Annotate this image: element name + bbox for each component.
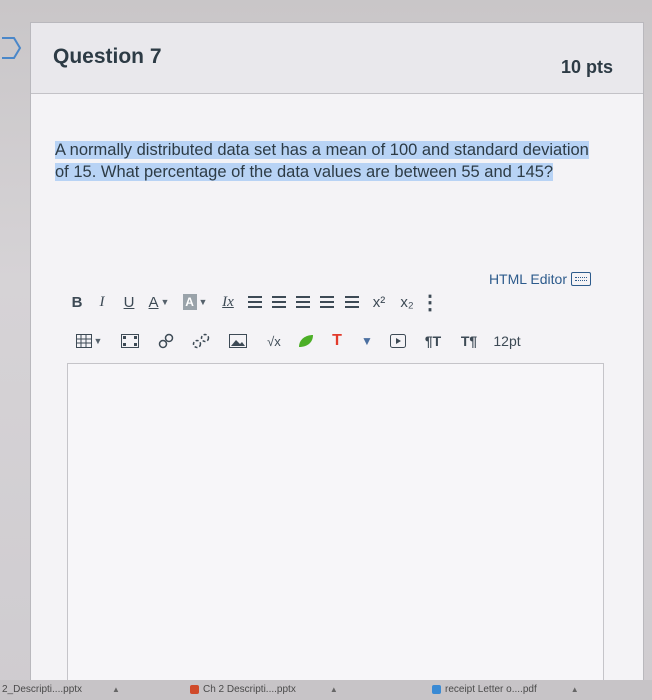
outdent-icon <box>345 296 359 308</box>
question-title: Question 7 <box>53 45 162 68</box>
question-points: 10 pts <box>560 57 613 77</box>
download-item-label: Ch 2 Descripti....pptx <box>203 684 296 695</box>
align-right-button[interactable] <box>291 291 315 313</box>
bold-button[interactable]: B <box>67 291 87 313</box>
indent-button[interactable] <box>315 291 339 313</box>
font-size-value: 12pt <box>493 333 521 349</box>
background-color-button[interactable]: A ▼ <box>177 291 213 313</box>
align-center-icon <box>272 296 286 308</box>
outdent-button[interactable] <box>339 291 365 313</box>
download-item[interactable]: 2_Descripti....pptx ▲ <box>2 684 120 695</box>
download-item[interactable]: receipt Letter o....pdf ▲ <box>432 684 579 695</box>
download-item-label: receipt Letter o....pdf <box>445 684 537 695</box>
indent-icon <box>320 296 334 308</box>
unlink-button[interactable] <box>183 330 219 352</box>
editor-toolbar-row-2: ▼ √x T ▼ ¶T T¶ 12pt <box>67 329 527 353</box>
question-card: Question 7 10 pts A normally distributed… <box>30 22 644 684</box>
chevron-down-icon: ▼ <box>160 297 170 307</box>
rtl-button[interactable]: T¶ <box>451 330 487 352</box>
play-icon <box>390 334 406 348</box>
clear-formatting-icon: Ix <box>222 293 234 310</box>
collapse-chevron-icon[interactable] <box>0 35 22 61</box>
link-icon <box>158 333 174 349</box>
subscript-button[interactable]: x₂ <box>393 291 421 313</box>
download-item-label: 2_Descripti....pptx <box>2 684 83 695</box>
underline-icon: U <box>123 293 135 311</box>
download-bar: 2_Descripti....pptx ▲ Ch 2 Descripti....… <box>0 680 652 700</box>
embed-button[interactable] <box>381 330 415 352</box>
font-color-button[interactable]: A ▼ <box>141 291 177 313</box>
dropdown-icon: ▼ <box>361 334 373 348</box>
rich-text-editor-area[interactable] <box>67 363 604 681</box>
media-button[interactable] <box>111 330 149 352</box>
question-text: A normally distributed data set has a me… <box>55 139 600 183</box>
align-left-icon <box>248 296 262 308</box>
italic-button[interactable]: I <box>87 291 117 313</box>
rtl-icon: T¶ <box>460 333 478 349</box>
question-text-highlight: A normally distributed data set has a me… <box>55 141 589 181</box>
bold-icon: B <box>71 293 83 311</box>
italic-icon: I <box>99 293 105 310</box>
pptx-file-icon <box>190 685 199 694</box>
dropdown-button[interactable]: ▼ <box>353 330 381 352</box>
subscript-icon: x₂ <box>400 293 414 311</box>
keyboard-icon <box>571 272 591 286</box>
editor-toolbar-row-1: B I U A ▼ A ▼ Ix x² x₂ ⋮ <box>67 290 440 314</box>
image-icon <box>229 334 247 348</box>
image-button[interactable] <box>219 330 257 352</box>
question-header: Question 7 10 pts <box>31 23 643 94</box>
more-options-icon: ⋮ <box>420 291 440 314</box>
more-button[interactable]: ⋮ <box>420 291 440 314</box>
pdf-file-icon <box>432 685 441 694</box>
download-item[interactable]: Ch 2 Descripti....pptx ▲ <box>190 684 338 695</box>
chevron-up-icon[interactable]: ▲ <box>330 685 338 694</box>
chevron-down-icon: ▼ <box>198 297 208 307</box>
ltr-icon: ¶T <box>424 333 442 349</box>
align-right-icon <box>296 296 310 308</box>
html-editor-link[interactable]: HTML Editor <box>489 271 591 287</box>
text-tool-button[interactable]: T <box>321 330 353 352</box>
align-left-button[interactable] <box>243 291 267 313</box>
chevron-up-icon[interactable]: ▲ <box>112 685 120 694</box>
clear-formatting-button[interactable]: Ix <box>213 291 243 313</box>
link-button[interactable] <box>149 330 183 352</box>
background-color-icon: A <box>182 294 197 310</box>
table-icon <box>75 334 92 348</box>
text-tool-icon: T <box>332 332 342 349</box>
underline-button[interactable]: U <box>117 291 141 313</box>
font-color-icon: A <box>148 293 159 311</box>
equation-icon: √x <box>267 333 281 349</box>
equation-button[interactable]: √x <box>257 330 291 352</box>
table-button[interactable]: ▼ <box>67 330 111 352</box>
font-size-select[interactable]: 12pt <box>487 330 527 352</box>
chevron-up-icon[interactable]: ▲ <box>571 685 579 694</box>
html-editor-label: HTML Editor <box>488 271 567 287</box>
align-center-button[interactable] <box>267 291 291 313</box>
ltr-button[interactable]: ¶T <box>415 330 451 352</box>
unlink-icon <box>192 333 210 349</box>
media-icon <box>121 334 139 348</box>
lti-apps-button[interactable] <box>291 330 321 352</box>
superscript-icon: x² <box>372 293 386 311</box>
superscript-button[interactable]: x² <box>365 291 393 313</box>
leaf-icon <box>299 335 313 347</box>
chevron-down-icon: ▼ <box>93 336 103 346</box>
